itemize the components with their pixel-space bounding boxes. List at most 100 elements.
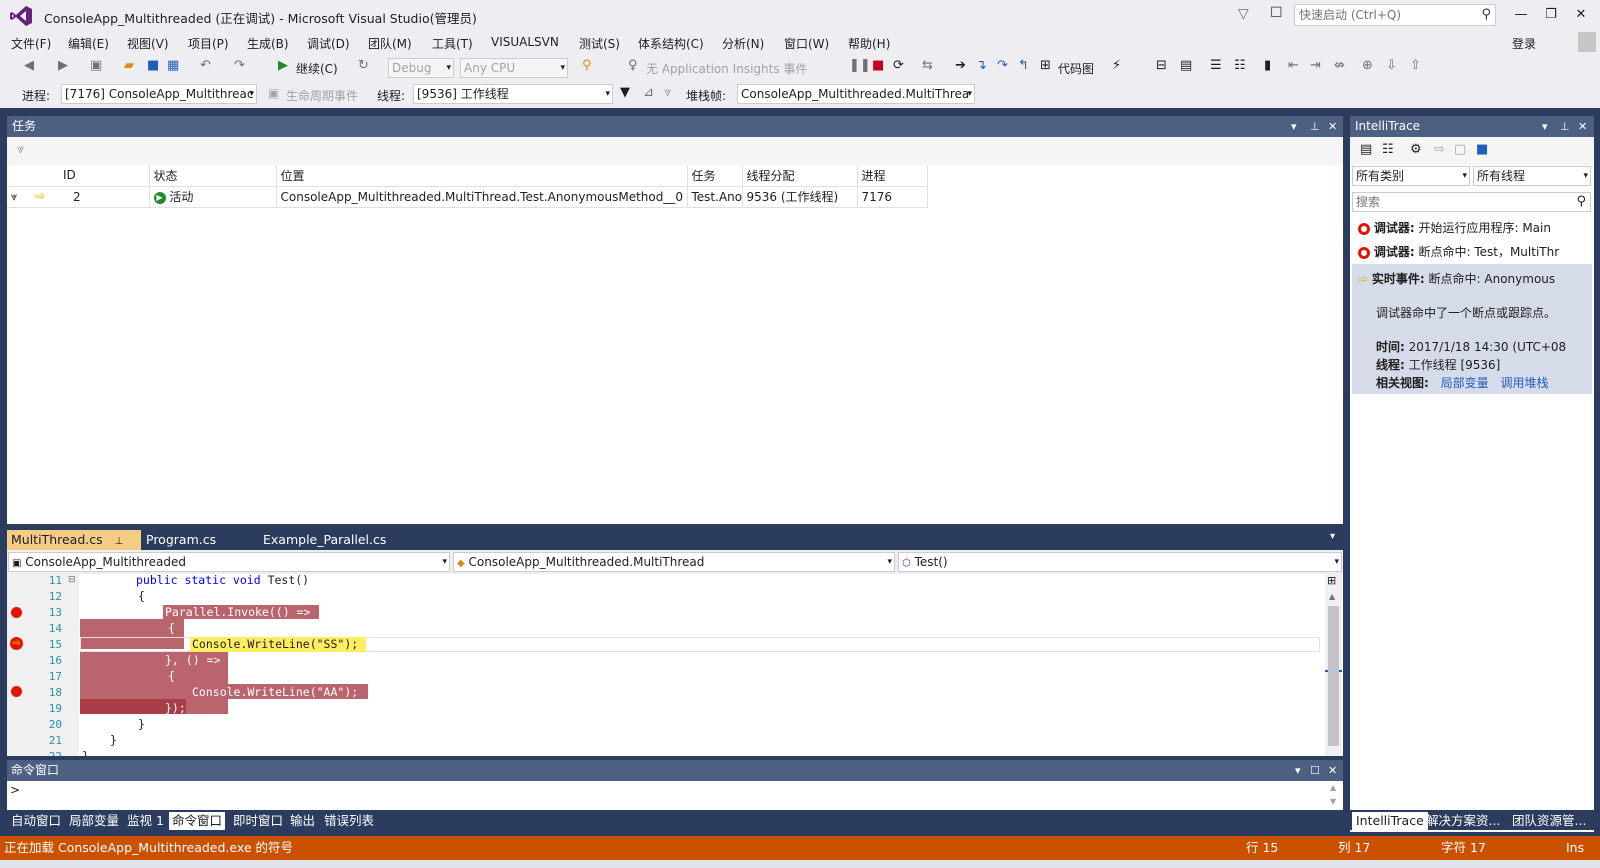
clear-bookmarks-icon[interactable]: ⇎: [1334, 58, 1345, 73]
tab-output[interactable]: 输出: [287, 812, 318, 830]
undo-icon[interactable]: ↶: [200, 58, 211, 73]
new-project-icon[interactable]: ▣: [90, 58, 102, 73]
member-nav-dropdown[interactable]: ⬡ Test() ▾: [898, 552, 1342, 572]
notification-filter-icon[interactable]: ▽: [1238, 6, 1249, 22]
list-view-icon[interactable]: ▤: [1360, 142, 1372, 157]
flag-threads-icon[interactable]: ▼: [620, 85, 630, 100]
pin-icon[interactable]: ⊥: [115, 536, 124, 547]
window-position-icon[interactable]: ▾: [1295, 760, 1301, 781]
selected-event-detail[interactable]: ⇨ 实时事件: 断点命中: Anonymous 调试器命中了一个断点或跟踪点。 …: [1352, 264, 1592, 394]
tab-multithread-cs[interactable]: MultiThread.cs ⊥ ✕: [7, 530, 141, 569]
column-header-location[interactable]: 位置: [276, 165, 688, 187]
menu-debug[interactable]: 调试(D): [307, 35, 350, 52]
next-bookmark-icon[interactable]: ⇥: [1310, 58, 1321, 73]
navigate-forward-icon[interactable]: ▶: [58, 58, 68, 73]
locals-link[interactable]: 局部变量: [1441, 376, 1489, 390]
scroll-thumb[interactable]: [1328, 606, 1339, 746]
continue-icon[interactable]: ▶: [278, 58, 288, 73]
category-filter-dropdown[interactable]: 所有类别 ▾: [1352, 166, 1470, 186]
forward-icon[interactable]: ⇨: [1434, 142, 1445, 157]
pin-icon[interactable]: ⊥: [1560, 116, 1570, 137]
menu-test[interactable]: 测试(S): [579, 35, 620, 52]
restart-icon[interactable]: ⟳: [893, 58, 904, 73]
tab-error-list[interactable]: 错误列表: [321, 812, 377, 830]
bookmark-icon[interactable]: ▮: [1264, 58, 1271, 73]
find-in-files-icon[interactable]: ⚲: [582, 58, 592, 73]
app-insights-events[interactable]: 无 Application Insights 事件: [646, 60, 807, 77]
collapse-outline-icon[interactable]: ⊟: [68, 575, 76, 585]
app-insights-icon[interactable]: ♀: [628, 58, 638, 73]
tab-example-parallel-cs[interactable]: Example_Parallel.cs: [259, 530, 390, 550]
thread-filter-dropdown[interactable]: 所有线程 ▾: [1473, 166, 1591, 186]
scroll-up-icon[interactable]: ▲: [1329, 592, 1335, 601]
tab-overflow-icon[interactable]: ▾: [1330, 531, 1335, 542]
close-panel-icon[interactable]: ✕: [1578, 116, 1587, 137]
prev-bookmark-icon[interactable]: ⇤: [1288, 58, 1299, 73]
menu-build[interactable]: 生成(B): [247, 35, 289, 52]
tab-program-cs[interactable]: Program.cs: [142, 530, 220, 550]
code-map-button[interactable]: 代码图: [1058, 60, 1094, 77]
menu-help[interactable]: 帮助(H): [848, 35, 890, 52]
tab-immediate-window[interactable]: 即时窗口: [230, 812, 286, 830]
tab-team-explorer[interactable]: 团队资源管...: [1508, 812, 1590, 830]
quick-launch-input[interactable]: [1295, 5, 1465, 25]
column-header-process[interactable]: 进程: [857, 165, 928, 187]
save-icon[interactable]: ■: [147, 58, 159, 73]
configuration-dropdown[interactable]: Debug ▾: [388, 58, 454, 78]
show-next-statement-icon[interactable]: ➔: [955, 58, 966, 73]
pause-icon[interactable]: ❚❚: [849, 58, 871, 73]
editor-scrollbar[interactable]: ⊞ ▲: [1325, 574, 1342, 756]
uncomment-icon[interactable]: ☷: [1234, 58, 1246, 73]
menu-edit[interactable]: 编辑(E): [68, 35, 109, 52]
step-out-icon[interactable]: ↰: [1018, 58, 1029, 73]
layout-icon[interactable]: ▤: [1180, 58, 1192, 73]
search-icon[interactable]: ⚲: [1576, 193, 1586, 211]
bookmark-toggle-icon[interactable]: ⊟: [1156, 58, 1167, 73]
event-item[interactable]: 调试器: 开始运行应用程序: Main: [1352, 216, 1592, 240]
menu-architecture[interactable]: 体系结构(C): [638, 35, 704, 52]
close-button[interactable]: ✕: [1568, 4, 1594, 26]
navigate-back-icon[interactable]: ◀: [24, 58, 34, 73]
tab-command-window[interactable]: 命令窗口: [169, 812, 226, 830]
close-panel-icon[interactable]: ✕: [1328, 760, 1337, 781]
step-into-icon[interactable]: ↴: [976, 58, 987, 73]
menu-team[interactable]: 团队(M): [368, 35, 412, 52]
table-row[interactable]: ⩔ ⇨ 2 ▶ 活动 ConsoleApp_Multithreaded.Mult…: [7, 186, 928, 208]
open-log-icon[interactable]: ▢: [1454, 142, 1466, 157]
menu-window[interactable]: 窗口(W): [784, 35, 829, 52]
thread-dropdown[interactable]: [9536] 工作线程 ▾: [413, 84, 613, 104]
continue-button[interactable]: 继续(C): [296, 60, 338, 77]
redo-icon[interactable]: ↷: [234, 58, 245, 73]
maximize-icon[interactable]: ☐: [1310, 760, 1320, 781]
class-nav-dropdown[interactable]: ◆ ConsoleApp_Multithreaded.MultiThread ▾: [453, 552, 895, 572]
project-nav-dropdown[interactable]: ▣ ConsoleApp_Multithreaded ▾: [8, 552, 450, 572]
minimize-button[interactable]: —: [1508, 4, 1534, 26]
search-icon[interactable]: ⚲: [1481, 7, 1491, 22]
pin-icon[interactable]: ⊥: [1310, 116, 1320, 137]
column-header-status[interactable]: 状态: [149, 165, 277, 187]
exceptions-icon[interactable]: ⚡: [1112, 58, 1121, 73]
close-panel-icon[interactable]: ✕: [1328, 116, 1337, 137]
save-icon[interactable]: ■: [1476, 142, 1488, 157]
platform-dropdown[interactable]: Any CPU ▾: [460, 58, 568, 78]
menu-tools[interactable]: 工具(T): [432, 35, 473, 52]
stop-debugging-icon[interactable]: ■: [872, 58, 884, 73]
tab-intellitrace[interactable]: IntelliTrace: [1352, 812, 1428, 830]
settings-gear-icon[interactable]: ⚙: [1410, 142, 1422, 157]
move-up-icon[interactable]: ⇧: [1410, 58, 1421, 73]
calls-view-icon[interactable]: ☷: [1382, 142, 1394, 157]
feedback-icon[interactable]: ☐: [1270, 5, 1283, 21]
menu-analyze[interactable]: 分析(N): [722, 35, 764, 52]
tab-watch-1[interactable]: 监视 1: [124, 812, 167, 830]
step-over-icon[interactable]: ↷: [997, 58, 1008, 73]
flag-icon[interactable]: ⩔: [17, 142, 24, 157]
attach-icon[interactable]: ⊕: [1362, 58, 1373, 73]
save-all-icon[interactable]: ▦: [167, 58, 179, 73]
flag-row-icon[interactable]: ⩔: [11, 190, 17, 203]
split-icon[interactable]: ⊞: [1327, 574, 1336, 587]
command-prompt[interactable]: >: [10, 783, 20, 797]
current-breakpoint-arrow-icon[interactable]: ⇨: [10, 637, 23, 650]
column-header-task[interactable]: 任务: [687, 165, 743, 187]
code-map-icon[interactable]: ⊞: [1040, 58, 1051, 73]
restore-button[interactable]: ❐: [1538, 4, 1564, 26]
